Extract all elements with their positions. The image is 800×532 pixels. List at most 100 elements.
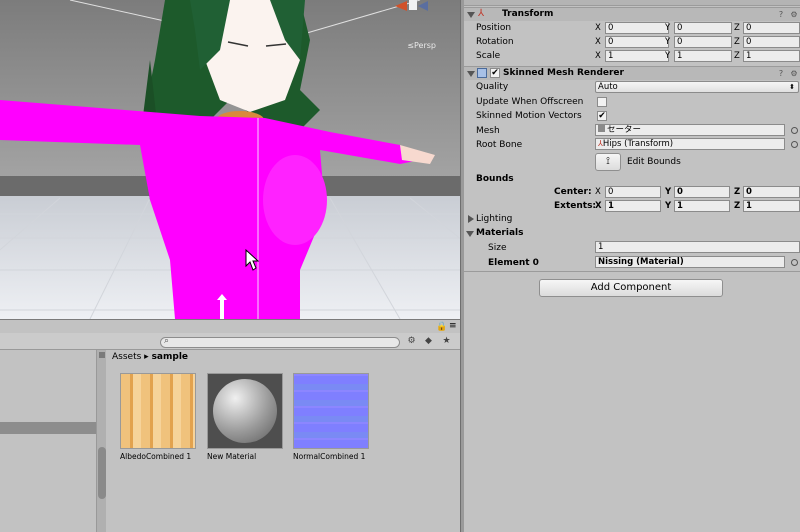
- materials-label[interactable]: Materials: [476, 228, 523, 238]
- gear-icon[interactable]: ⚙: [788, 69, 800, 79]
- dropdown-arrow-icon: ⬍: [789, 83, 795, 91]
- filter-by-type-icon[interactable]: ⚙: [405, 335, 418, 348]
- foldout-arrow-icon[interactable]: [467, 71, 475, 77]
- axis-y-label: Y: [665, 201, 672, 211]
- motion-vectors-checkbox[interactable]: ✔: [597, 111, 607, 121]
- object-picker-icon[interactable]: [791, 141, 798, 148]
- scroll-up-grip[interactable]: [99, 352, 105, 358]
- bounds-label: Bounds: [476, 174, 514, 184]
- object-picker-icon[interactable]: [791, 127, 798, 134]
- filter-by-label-icon[interactable]: ◆: [422, 335, 435, 348]
- center-z-field[interactable]: 0: [743, 186, 800, 198]
- axis-y-label: Y: [665, 187, 672, 197]
- axis-z-label: Z: [734, 201, 741, 211]
- help-icon[interactable]: ?: [775, 69, 787, 79]
- search-input[interactable]: ⌕: [160, 336, 400, 348]
- extents-z-field[interactable]: 1: [743, 200, 800, 212]
- asset-thumbnail: [120, 373, 196, 449]
- asset-thumbnail: [293, 373, 369, 449]
- axis-x-label: X: [595, 201, 602, 211]
- asset-normal-combined[interactable]: NormalCombined 1: [293, 373, 369, 461]
- scene-render: [0, 0, 460, 319]
- smr-title: Skinned Mesh Renderer: [503, 68, 624, 78]
- scene-view[interactable]: ≤Persp: [0, 0, 460, 319]
- help-icon[interactable]: ?: [775, 10, 787, 20]
- project-folder-tree[interactable]: [0, 350, 96, 532]
- edit-bounds-icon: ⟟: [606, 156, 610, 167]
- persp-label[interactable]: ≤Persp: [407, 41, 436, 50]
- favorite-star-icon[interactable]: ★: [440, 335, 453, 348]
- mesh-label: Mesh: [476, 126, 500, 136]
- gear-icon[interactable]: ⚙: [788, 10, 800, 20]
- rotation-x-field[interactable]: 0: [605, 36, 669, 48]
- axis-z-label: Z: [734, 37, 740, 47]
- inspector-panel: ⅄ Transform ? ⚙ Position X 0 Y 0 Z 0 Rot…: [464, 0, 800, 532]
- search-icon: ⌕: [164, 336, 170, 346]
- asset-albedo-combined[interactable]: AlbedoCombined 1: [120, 373, 196, 461]
- axis-z-label: Z: [734, 23, 740, 33]
- smr-enabled-checkbox[interactable]: ✔: [490, 68, 500, 78]
- menu-icon[interactable]: ≡: [449, 321, 457, 331]
- scale-y-field[interactable]: 1: [674, 50, 732, 62]
- position-x-field[interactable]: 0: [605, 22, 669, 34]
- smr-header[interactable]: ✔ Skinned Mesh Renderer ? ⚙: [464, 66, 800, 80]
- edit-bounds-button[interactable]: ⟟: [595, 153, 621, 171]
- asset-new-material[interactable]: New Material: [207, 373, 283, 461]
- asset-label: New Material: [207, 452, 257, 461]
- axis-x-label: X: [595, 37, 601, 47]
- materials-size-field[interactable]: 1: [595, 241, 800, 253]
- scale-label: Scale: [476, 51, 501, 61]
- update-offscreen-label: Update When Offscreen: [476, 97, 584, 107]
- lighting-foldout-icon[interactable]: [468, 215, 474, 223]
- mesh-object-field[interactable]: セーター: [595, 124, 785, 136]
- element0-object-field[interactable]: Nissing (Material): [595, 256, 785, 268]
- asset-thumbnail: [207, 373, 283, 449]
- position-z-field[interactable]: 0: [743, 22, 800, 34]
- mesh-renderer-icon: [477, 68, 487, 78]
- breadcrumb-sample[interactable]: sample: [152, 352, 188, 362]
- selected-folder-row[interactable]: [0, 422, 96, 434]
- motion-vectors-label: Skinned Motion Vectors: [476, 111, 582, 121]
- axis-y-label: Y: [665, 51, 671, 61]
- size-label: Size: [488, 243, 507, 253]
- lighting-label[interactable]: Lighting: [476, 214, 512, 224]
- breadcrumb-assets[interactable]: Assets: [112, 352, 141, 362]
- add-component-button[interactable]: Add Component: [539, 279, 723, 297]
- rotation-y-field[interactable]: 0: [674, 36, 732, 48]
- update-offscreen-checkbox[interactable]: [597, 97, 607, 107]
- lock-icon[interactable]: 🔒: [436, 322, 447, 332]
- scale-z-field[interactable]: 1: [743, 50, 800, 62]
- element0-label: Element 0: [488, 258, 539, 268]
- project-scrollbar[interactable]: [96, 350, 106, 532]
- extents-x-field[interactable]: 1: [605, 200, 661, 212]
- edit-bounds-label: Edit Bounds: [627, 157, 681, 167]
- root-bone-label: Root Bone: [476, 140, 523, 150]
- rotation-z-field[interactable]: 0: [743, 36, 800, 48]
- quality-dropdown[interactable]: Auto ⬍: [595, 81, 799, 93]
- quality-label: Quality: [476, 82, 509, 92]
- scale-x-field[interactable]: 1: [605, 50, 669, 62]
- root-bone-object-field[interactable]: ⅄Hips (Transform): [595, 138, 785, 150]
- transform-title: Transform: [502, 9, 554, 19]
- position-y-field[interactable]: 0: [674, 22, 732, 34]
- mesh-value: セーター: [607, 125, 642, 135]
- axis-x-label: X: [595, 23, 601, 33]
- scrollbar-thumb[interactable]: [98, 447, 106, 499]
- axis-x-label: X: [595, 51, 601, 61]
- extents-label: Extents:: [554, 201, 597, 211]
- rotation-label: Rotation: [476, 37, 514, 47]
- materials-foldout-icon[interactable]: [466, 231, 474, 237]
- scene-gizmo[interactable]: [393, 0, 429, 12]
- asset-label: AlbedoCombined 1: [120, 452, 192, 461]
- foldout-arrow-icon[interactable]: [467, 12, 475, 18]
- breadcrumb-separator: ▸: [144, 352, 149, 362]
- axis-y-label: Y: [665, 37, 671, 47]
- center-x-field[interactable]: 0: [605, 186, 661, 198]
- transform-header[interactable]: ⅄ Transform ? ⚙: [464, 7, 800, 21]
- center-y-field[interactable]: 0: [674, 186, 730, 198]
- extents-y-field[interactable]: 1: [674, 200, 730, 212]
- center-label: Center:: [554, 187, 592, 197]
- root-bone-value: Hips (Transform): [602, 139, 674, 149]
- axis-y-label: Y: [665, 23, 671, 33]
- object-picker-icon[interactable]: [791, 259, 798, 266]
